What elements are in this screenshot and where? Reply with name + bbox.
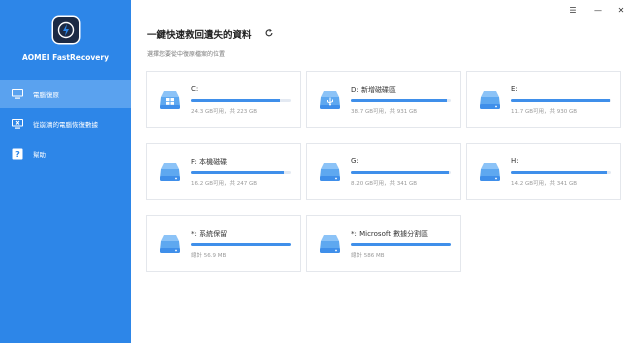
drive-usage-fill (351, 99, 447, 102)
drive-usage-bar (191, 171, 291, 174)
crashed-pc-icon (11, 118, 24, 130)
lightning-icon (57, 21, 75, 39)
hard-drive-icon (318, 159, 342, 185)
drive-size: 24.3 GB可用，共 223 GB (191, 109, 258, 115)
drive-card[interactable]: *: Microsoft 數據分割區 總計 586 MB (306, 215, 461, 272)
drive-card[interactable]: G: 8.20 GB可用，共 341 GB (306, 143, 461, 200)
drive-usage-fill (351, 171, 449, 174)
drive-name: E: (511, 85, 518, 93)
drive-size: 8.20 GB可用，共 341 GB (351, 181, 418, 187)
help-icon: ? (11, 148, 24, 160)
minimize-button[interactable]: — (591, 4, 605, 16)
drive-card[interactable]: E: 11.7 GB可用，共 930 GB (466, 71, 621, 128)
drive-usage-bar (511, 99, 611, 102)
refresh-icon (265, 28, 272, 36)
sidebar: AOMEI FastRecovery 電腦復原 從崩潰的電腦恢復數據 ? 幫助 (0, 0, 131, 343)
drive-size: 38.7 GB可用，共 931 GB (351, 109, 418, 115)
hard-drive-icon (478, 159, 502, 185)
app-name: AOMEI FastRecovery (22, 53, 109, 62)
usb-drive-icon (318, 87, 342, 113)
drive-usage-fill (511, 171, 607, 174)
drive-usage-fill (191, 99, 280, 102)
page-subtitle: 選擇您要從中復原檔案的位置 (147, 51, 226, 58)
drive-card[interactable]: *: 系統保留 總計 56.9 MB (146, 215, 301, 272)
drive-card[interactable]: D: 新增磁碟區 38.7 GB可用，共 931 GB (306, 71, 461, 128)
drive-size: 14.2 GB可用，共 341 GB (511, 181, 578, 187)
drive-usage-bar (191, 99, 291, 102)
drive-name: F: 本機磁碟 (191, 158, 228, 166)
sidebar-item-label: 幫助 (33, 151, 46, 159)
drive-usage-bar (351, 243, 451, 246)
sidebar-item-crashed-pc[interactable]: 從崩潰的電腦恢復數據 (0, 110, 131, 138)
hard-drive-icon (158, 159, 182, 185)
page-title: 一鍵快速救回遺失的資料 (147, 30, 252, 41)
drive-name: C: (191, 85, 199, 93)
drive-usage-bar (191, 243, 291, 246)
drive-size: 11.7 GB可用，共 930 GB (511, 109, 578, 115)
drive-usage-bar (351, 99, 451, 102)
drive-name: D: 新增磁碟區 (351, 86, 396, 94)
drive-size: 16.2 GB可用，共 247 GB (191, 181, 258, 187)
drive-card[interactable]: C: 24.3 GB可用，共 223 GB (146, 71, 301, 128)
hard-drive-icon (318, 231, 342, 257)
drive-name: H: (511, 157, 519, 165)
drive-size: 總計 56.9 MB (191, 253, 227, 259)
drive-usage-bar (511, 171, 611, 174)
hard-drive-icon (478, 87, 502, 113)
drive-name: G: (351, 157, 359, 165)
close-button[interactable]: ✕ (614, 4, 628, 16)
sidebar-item-label: 電腦復原 (33, 91, 59, 99)
drive-usage-bar (351, 171, 451, 174)
monitor-icon (11, 88, 24, 100)
drive-usage-fill (191, 171, 284, 174)
refresh-button[interactable] (263, 27, 274, 38)
sidebar-item-label: 從崩潰的電腦恢復數據 (33, 121, 98, 129)
drive-usage-fill (351, 243, 451, 246)
app-logo (53, 17, 79, 43)
svg-text:?: ? (15, 150, 20, 159)
drive-usage-fill (511, 99, 610, 102)
drive-name: *: 系統保留 (191, 230, 228, 238)
drive-name: *: Microsoft 數據分割區 (351, 230, 429, 238)
hard-drive-icon (158, 231, 182, 257)
sidebar-item-help[interactable]: ? 幫助 (0, 140, 131, 168)
sidebar-item-pc-recovery[interactable]: 電腦復原 (0, 80, 131, 108)
drive-usage-fill (191, 243, 291, 246)
drive-card[interactable]: H: 14.2 GB可用，共 341 GB (466, 143, 621, 200)
windows-drive-icon (158, 87, 182, 113)
menu-button[interactable]: ☰ (566, 4, 580, 16)
drive-size: 總計 586 MB (351, 253, 385, 259)
drive-card[interactable]: F: 本機磁碟 16.2 GB可用，共 247 GB (146, 143, 301, 200)
